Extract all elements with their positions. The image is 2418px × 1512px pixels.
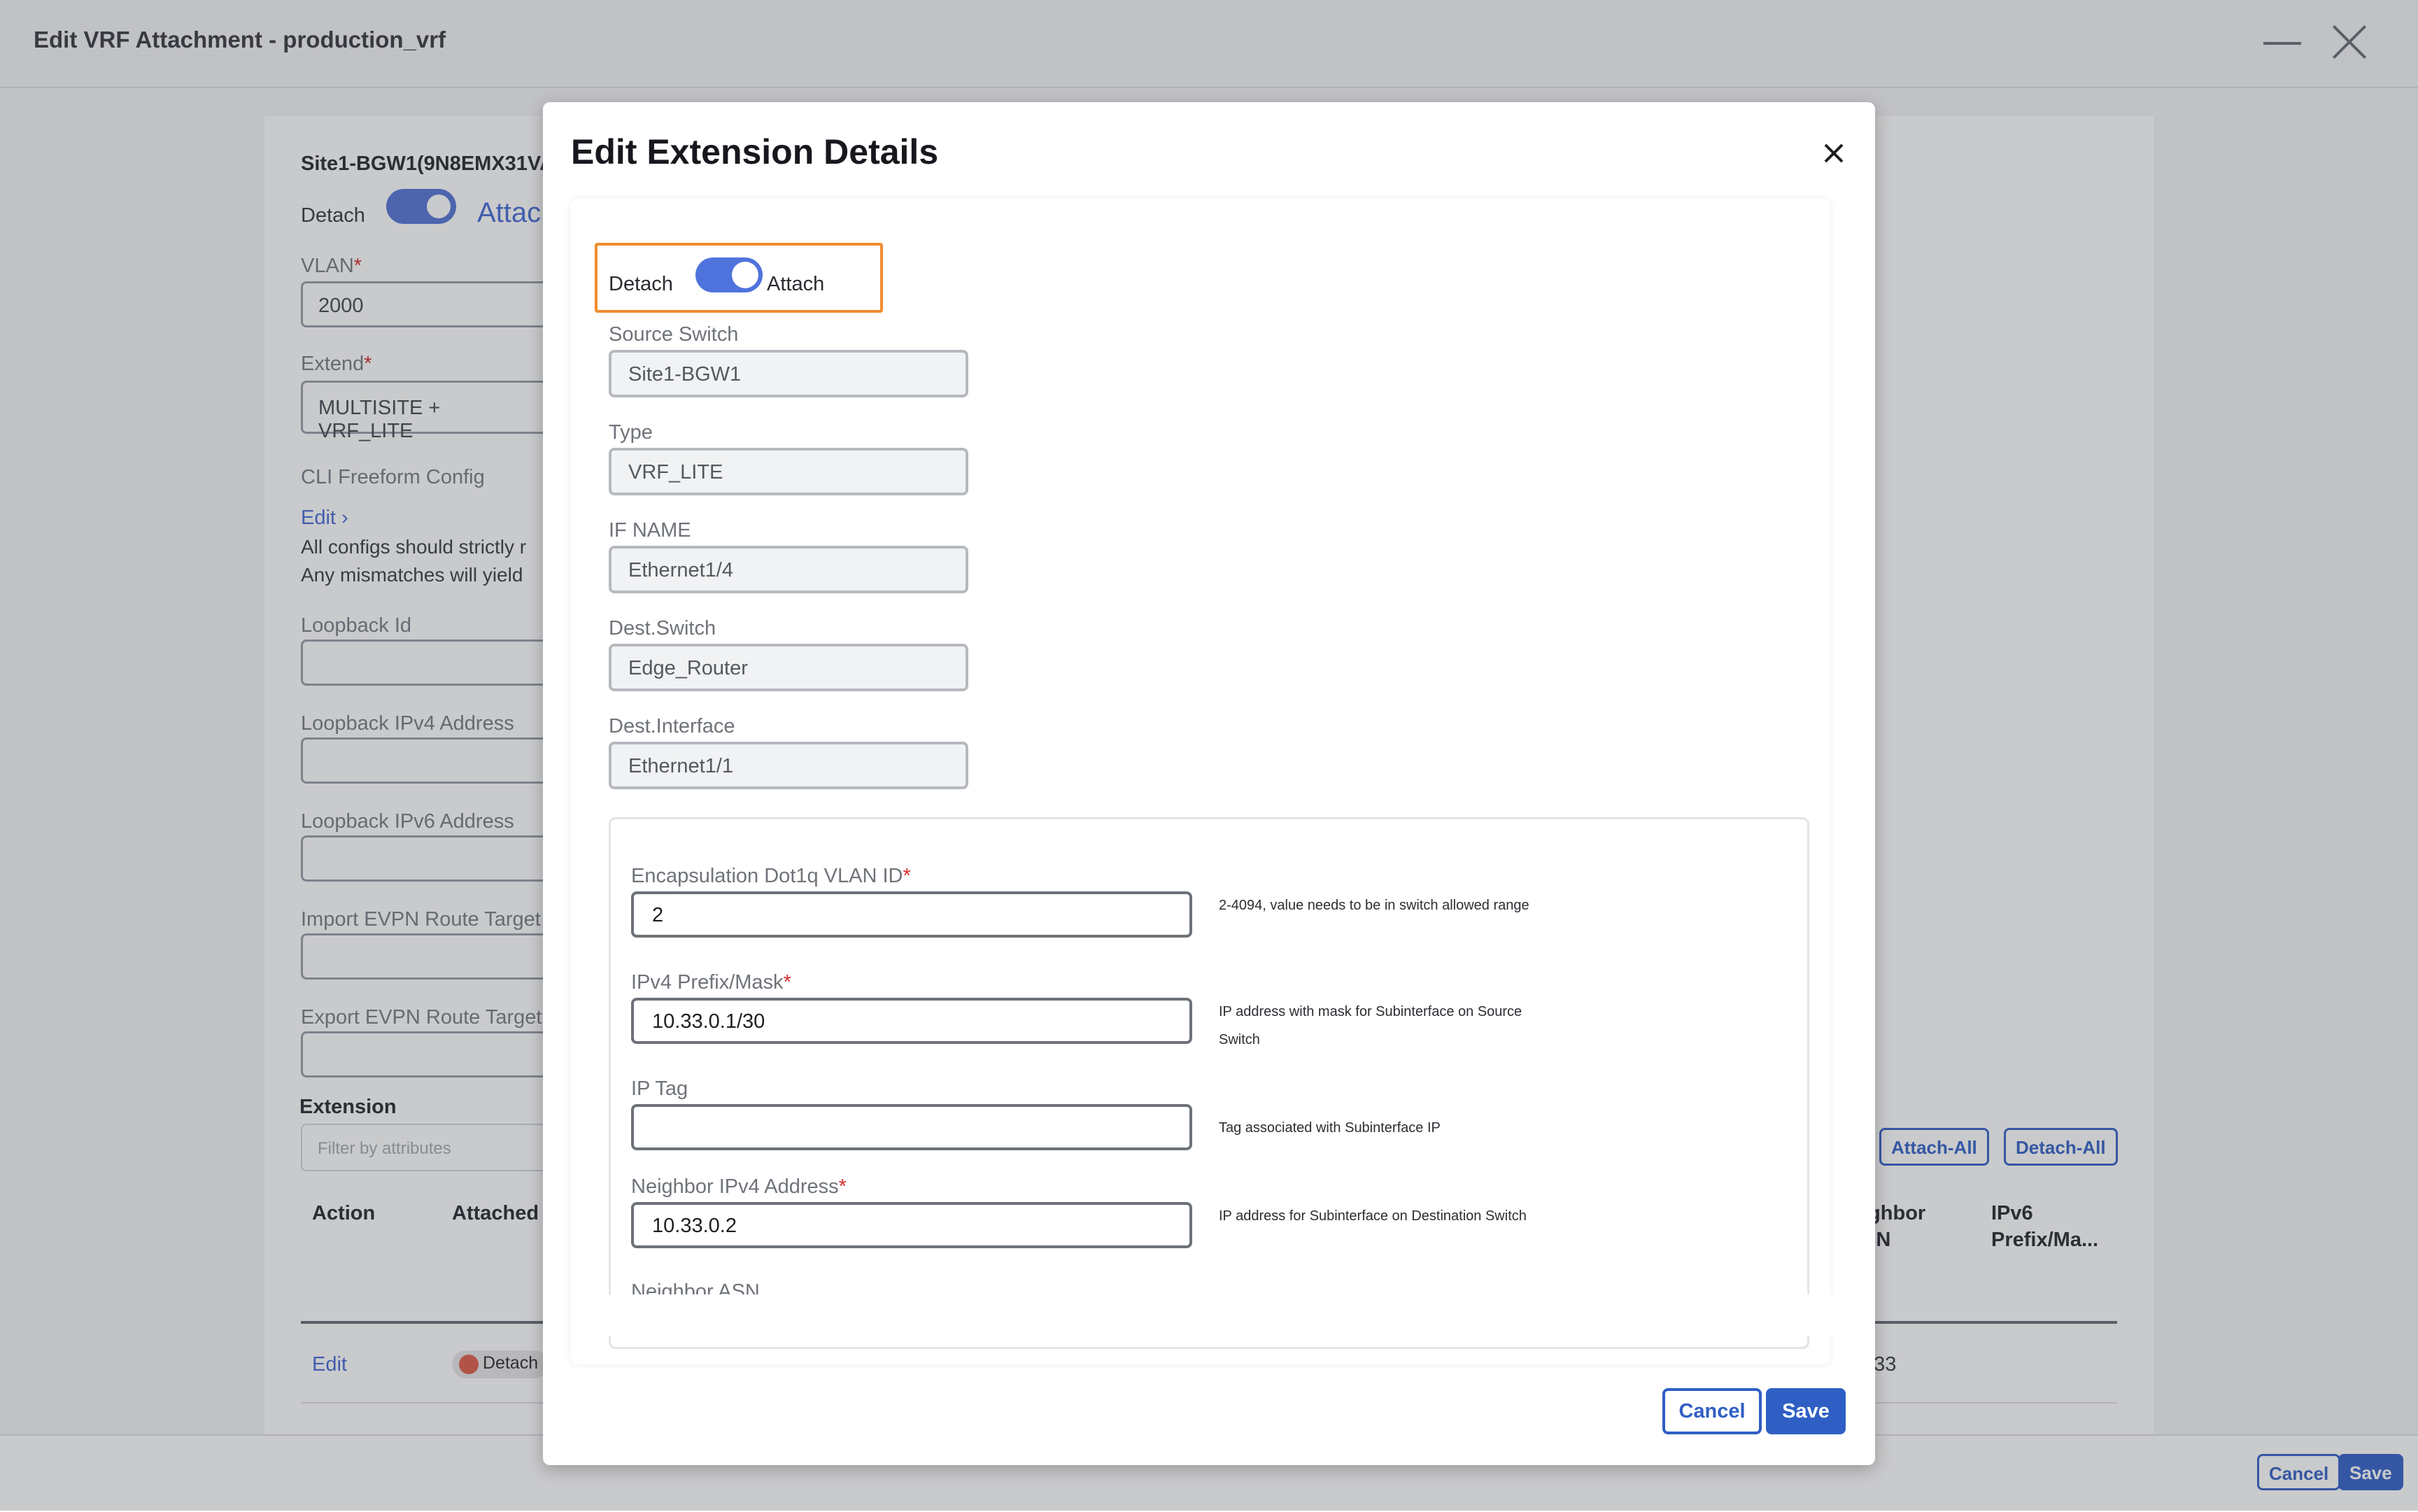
cancel-button[interactable]: Cancel — [1662, 1388, 1762, 1434]
dest-switch-label: Dest.Switch — [609, 617, 716, 640]
dot1q-hint: 2-4094, value needs to be in switch allo… — [1219, 898, 1529, 913]
ipv4-prefix-label: IPv4 Prefix/Mask* — [631, 971, 791, 994]
if-name-label: IF NAME — [609, 519, 691, 542]
type-field: VRF_LITE — [609, 448, 968, 495]
attach-toggle[interactable] — [695, 257, 763, 292]
type-label: Type — [609, 421, 653, 444]
neighbor-ipv4-hint: IP address for Subinterface on Destinati… — [1219, 1208, 1527, 1224]
ip-tag-input[interactable] — [631, 1104, 1192, 1150]
dest-interface-label: Dest.Interface — [609, 715, 735, 737]
ipv4-prefix-hint: IP address with mask for Subinterface on… — [1219, 1004, 1522, 1047]
toggle-knob — [732, 262, 758, 288]
neighbor-ipv4-label: Neighbor IPv4 Address* — [631, 1175, 847, 1198]
attach-label: Attach — [767, 273, 825, 295]
save-button[interactable]: Save — [1766, 1388, 1846, 1434]
ipv4-prefix-input[interactable]: 10.33.0.1/30 — [631, 998, 1192, 1044]
source-switch-label: Source Switch — [609, 323, 739, 346]
neighbor-ipv4-input[interactable]: 10.33.0.2 — [631, 1202, 1192, 1248]
if-name-field: Ethernet1/4 — [609, 546, 968, 593]
ip-tag-hint: Tag associated with Subinterface IP — [1219, 1120, 1441, 1136]
detach-label: Detach — [609, 273, 673, 295]
source-switch-field: Site1-BGW1 — [609, 350, 968, 397]
dot1q-label: Encapsulation Dot1q VLAN ID* — [631, 865, 911, 887]
dest-switch-field: Edge_Router — [609, 644, 968, 691]
ip-tag-label: IP Tag — [631, 1078, 688, 1100]
scroll-clip — [571, 1294, 1844, 1336]
dialog-title: Edit Extension Details — [571, 132, 939, 171]
dest-interface-field: Ethernet1/1 — [609, 742, 968, 789]
close-icon[interactable] — [1823, 143, 1844, 164]
dot1q-input[interactable]: 2 — [631, 891, 1192, 938]
